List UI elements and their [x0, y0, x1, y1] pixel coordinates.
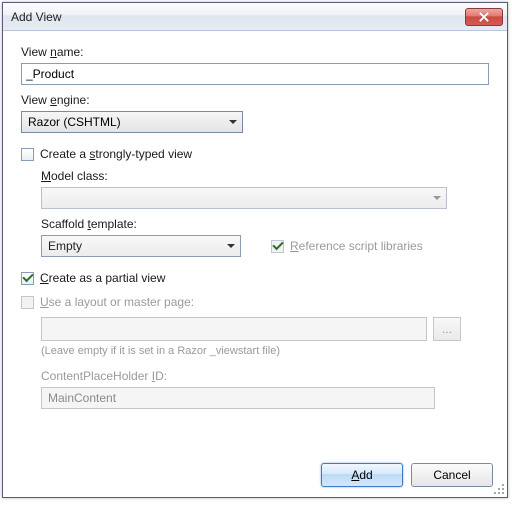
- view-engine-label: View engine:: [21, 93, 489, 107]
- view-name-input[interactable]: [21, 63, 489, 85]
- dialog-window: Add View View name: View engine: Razor (…: [2, 2, 508, 498]
- close-button[interactable]: [465, 8, 503, 26]
- partial-view-label: Create as a partial view: [40, 271, 165, 285]
- cancel-button[interactable]: Cancel: [411, 463, 493, 487]
- view-engine-value: Razor (CSHTML): [28, 115, 121, 129]
- chevron-down-icon: [222, 236, 240, 256]
- button-row: Add Cancel: [3, 455, 507, 497]
- chevron-down-icon: [428, 188, 446, 208]
- close-icon: [479, 12, 489, 22]
- layout-hint: (Leave empty if it is set in a Razor _vi…: [41, 345, 489, 357]
- scaffold-template-combo[interactable]: Empty: [41, 235, 241, 257]
- partial-view-checkbox[interactable]: [21, 272, 34, 285]
- use-layout-checkbox: [21, 296, 34, 309]
- chevron-down-icon: [224, 112, 242, 132]
- view-engine-combo[interactable]: Razor (CSHTML): [21, 111, 243, 133]
- dialog-body: View name: View engine: Razor (CSHTML) C…: [3, 31, 507, 455]
- scaffold-template-value: Empty: [48, 239, 82, 253]
- cph-id-input: MainContent: [41, 387, 435, 409]
- resize-grip[interactable]: [491, 481, 505, 495]
- scaffold-template-label: Scaffold template:: [41, 217, 489, 231]
- cancel-label: Cancel: [433, 468, 470, 482]
- reference-libs-label: Reference script libraries: [290, 239, 423, 253]
- use-layout-label: Use a layout or master page:: [40, 295, 194, 309]
- titlebar[interactable]: Add View: [3, 3, 507, 31]
- browse-button: ...: [433, 317, 461, 341]
- layout-path-input: [41, 317, 427, 341]
- add-button[interactable]: Add: [321, 463, 403, 487]
- cph-id-label: ContentPlaceHolder ID:: [41, 369, 489, 383]
- model-class-combo[interactable]: [41, 187, 447, 209]
- ellipsis-icon: ...: [442, 322, 452, 336]
- model-class-label: Model class:: [41, 169, 489, 183]
- view-name-label: View name:: [21, 45, 489, 59]
- reference-libs-checkbox: [271, 240, 284, 253]
- cph-id-value: MainContent: [48, 391, 116, 405]
- strongly-typed-checkbox[interactable]: [21, 148, 34, 161]
- strongly-typed-label: Create a strongly-typed view: [40, 147, 192, 161]
- window-title: Add View: [11, 10, 465, 24]
